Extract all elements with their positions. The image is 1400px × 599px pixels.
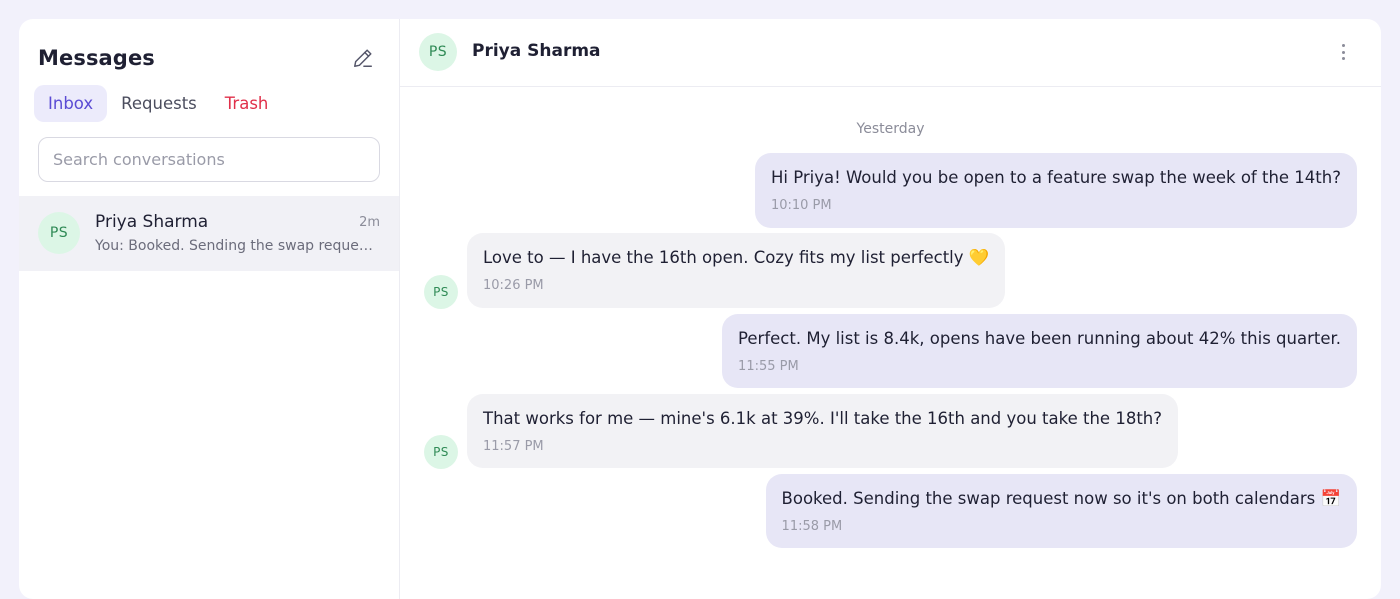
conversation-item-priya-sharma[interactable]: PS Priya Sharma 2m You: Booked. Sending …: [19, 196, 399, 271]
message-text: That works for me — mine's 6.1k at 39%. …: [483, 409, 1162, 428]
message-time: 11:55 PM: [738, 359, 799, 374]
contact-name: Priya Sharma: [472, 41, 601, 61]
conversation-time: 2m: [359, 215, 380, 230]
avatar: PS: [38, 212, 80, 254]
message-bubble-outgoing: Hi Priya! Would you be open to a feature…: [754, 153, 1357, 228]
message-time: 10:10 PM: [770, 198, 832, 213]
contact-avatar: PS: [419, 33, 457, 71]
more-options-button[interactable]: [1333, 41, 1353, 63]
tab-requests[interactable]: Requests: [107, 85, 211, 122]
message-bubble-incoming: Love to — I have the 16th open. Cozy fit…: [467, 233, 1006, 308]
message-text: Hi Priya! Would you be open to a feature…: [770, 168, 1341, 187]
message-time: 10:26 PM: [483, 278, 544, 293]
sidebar-title: Messages: [38, 46, 155, 70]
tab-trash[interactable]: Trash: [211, 85, 283, 122]
message-bubble-incoming: That works for me — mine's 6.1k at 39%. …: [467, 394, 1178, 468]
day-separator: Yesterday: [856, 121, 925, 137]
message-bubble-outgoing: Perfect. My list is 8.4k, opens have bee…: [722, 314, 1357, 388]
conversation-sidebar: Messages Inbox Requests Trash PS Priya S…: [19, 19, 400, 599]
conversation-preview: You: Booked. Sending the swap request no…: [95, 238, 377, 254]
sidebar-header: Messages: [38, 43, 380, 73]
message-avatar: PS: [424, 435, 458, 469]
more-vertical-icon: [1341, 44, 1345, 47]
compose-button[interactable]: [350, 45, 376, 71]
mailbox-tabs: Inbox Requests Trash: [34, 85, 282, 122]
conversation-name: Priya Sharma: [95, 212, 209, 232]
chat-header: PS Priya Sharma: [400, 19, 1381, 87]
tab-inbox[interactable]: Inbox: [34, 85, 108, 122]
message-time: 11:57 PM: [483, 439, 544, 454]
message-text: Love to — I have the 16th open. Cozy fit…: [483, 248, 990, 267]
message-text: Booked. Sending the swap request now so …: [781, 489, 1341, 508]
chat-panel: PS Priya Sharma Yesterday Hi Priya! Woul…: [400, 19, 1381, 599]
pencil-icon: [354, 49, 372, 67]
more-vertical-icon-dot: [1341, 50, 1345, 54]
message-avatar: PS: [424, 275, 458, 309]
message-text: Perfect. My list is 8.4k, opens have bee…: [738, 329, 1341, 348]
messaging-app: Messages Inbox Requests Trash PS Priya S…: [19, 19, 1381, 599]
message-bubble-outgoing: Booked. Sending the swap request now so …: [765, 474, 1357, 548]
more-vertical-icon-dot: [1341, 57, 1345, 60]
search-input[interactable]: [38, 137, 380, 182]
message-time: 11:58 PM: [781, 519, 843, 534]
